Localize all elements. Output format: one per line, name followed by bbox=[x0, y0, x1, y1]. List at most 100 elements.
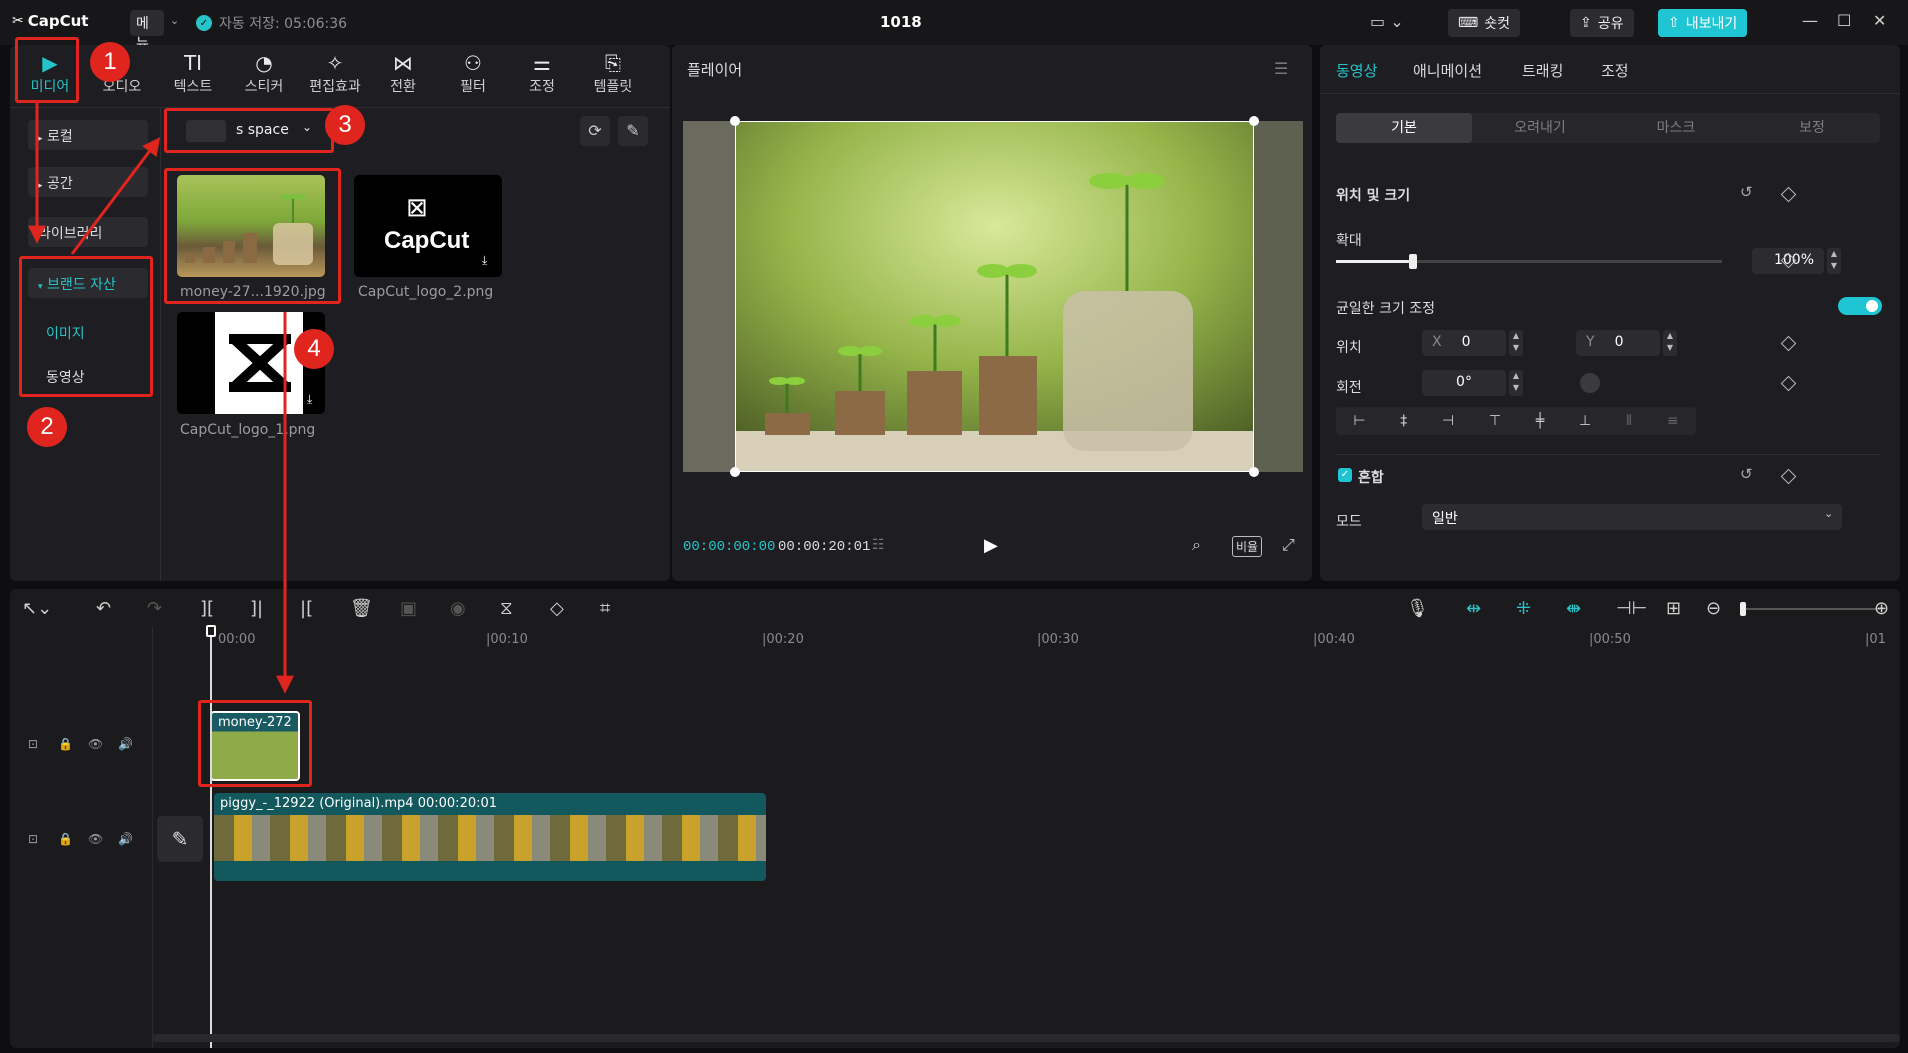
tab-adjust[interactable]: ⚌ 조정 bbox=[507, 50, 577, 102]
scale-slider-handle[interactable] bbox=[1409, 254, 1418, 269]
zoom-slider[interactable] bbox=[1740, 602, 1880, 616]
media-thumb-capcut-logo-2[interactable]: ⊠ CapCut ⤓ bbox=[354, 175, 502, 277]
link-icon[interactable]: ⇼ bbox=[1566, 598, 1581, 619]
rotation-field[interactable]: 0° bbox=[1422, 370, 1506, 396]
position-x-field[interactable]: X0 bbox=[1422, 330, 1506, 356]
play-icon[interactable]: ▶ bbox=[984, 535, 998, 556]
share-button[interactable]: ⇪ 공유 bbox=[1570, 9, 1634, 37]
x-stepper[interactable]: ▲ ▼ bbox=[1509, 330, 1523, 356]
layout-icon[interactable]: ▭ ⌄ bbox=[1370, 12, 1404, 31]
speaker-icon[interactable]: 🔊 bbox=[118, 832, 133, 846]
align-bottom-icon[interactable]: ⊥ bbox=[1579, 413, 1591, 429]
edit-icon[interactable]: ✎ bbox=[618, 116, 648, 146]
sidebar-item-library[interactable]: 라이브러리 bbox=[28, 217, 148, 247]
y-stepper[interactable]: ▲ ▼ bbox=[1663, 330, 1677, 356]
close-icon[interactable]: ✕ bbox=[1873, 11, 1886, 30]
video-preview[interactable] bbox=[683, 116, 1303, 477]
speaker-icon[interactable]: 🔊 bbox=[118, 737, 133, 751]
reset-icon[interactable]: ↺ bbox=[1740, 465, 1753, 483]
crop-icon[interactable]: ⌗ bbox=[600, 598, 610, 619]
cover-edit-button[interactable]: ✎ bbox=[157, 816, 203, 862]
subtab-cutout[interactable]: 오려내기 bbox=[1472, 113, 1608, 143]
keyframe-icon[interactable] bbox=[1780, 335, 1797, 352]
undo-icon[interactable]: ↶ bbox=[96, 598, 111, 619]
eye-icon[interactable]: 👁 bbox=[88, 832, 103, 846]
selection-box[interactable] bbox=[735, 121, 1254, 472]
tab-sticker[interactable]: ◔ 스티커 bbox=[229, 50, 299, 102]
rotation-stepper[interactable]: ▲ ▼ bbox=[1509, 370, 1523, 396]
distribute-v-icon[interactable]: ≡ bbox=[1667, 413, 1679, 429]
menu-button[interactable]: 메뉴 ⌄ bbox=[130, 10, 179, 52]
subtab-basic[interactable]: 기본 bbox=[1336, 113, 1472, 143]
zoom-slider-handle[interactable] bbox=[1740, 602, 1746, 616]
hamburger-icon[interactable]: ☰ bbox=[1274, 59, 1288, 78]
playhead[interactable] bbox=[210, 627, 212, 1048]
scale-stepper[interactable]: ▲ ▼ bbox=[1827, 248, 1841, 274]
maximize-icon[interactable]: ☐ bbox=[1837, 11, 1851, 30]
select-tool-icon[interactable]: ↖⌄ bbox=[22, 598, 52, 619]
rotate-icon[interactable]: ◇ bbox=[550, 598, 564, 619]
mirror-icon[interactable]: ⧖ bbox=[500, 598, 513, 619]
track2-cover-icon[interactable]: ⊡ bbox=[28, 832, 38, 846]
download-icon[interactable]: ⤓ bbox=[482, 253, 487, 268]
tab-tracking[interactable]: 트래킹 bbox=[1522, 60, 1563, 81]
reset-icon[interactable]: ↺ bbox=[1740, 183, 1753, 201]
export-button[interactable]: ⇧ 내보내기 bbox=[1658, 9, 1748, 37]
delete-icon[interactable]: 🗑 bbox=[350, 598, 373, 619]
resize-handle[interactable] bbox=[730, 116, 740, 126]
tab-animation[interactable]: 애니메이션 bbox=[1413, 60, 1482, 81]
timeline-clip-piggy[interactable]: piggy_-_12922 (Original).mp4 00:00:20:01 bbox=[214, 793, 766, 881]
align-center-h-icon[interactable]: ‡ bbox=[1400, 413, 1407, 429]
align-top-icon[interactable]: ⊤ bbox=[1489, 413, 1501, 429]
tab-video[interactable]: 동영상 bbox=[1336, 60, 1377, 81]
tab-filter[interactable]: ⚇ 필터 bbox=[438, 50, 508, 102]
redo-icon[interactable]: ↷ bbox=[147, 598, 162, 619]
refresh-icon[interactable]: ⟳ bbox=[580, 116, 610, 146]
sidebar-item-local[interactable]: ▸ 로컬 bbox=[28, 120, 148, 150]
sidebar-item-space[interactable]: ▸ 공간 bbox=[28, 167, 148, 197]
eye-icon[interactable]: 👁 bbox=[88, 737, 103, 751]
section-title-blend[interactable]: 혼합 bbox=[1358, 467, 1384, 487]
fullscreen-icon[interactable]: ⤢ bbox=[1282, 535, 1295, 555]
distribute-h-icon[interactable]: ⦀ bbox=[1626, 413, 1632, 429]
scale-slider[interactable] bbox=[1336, 254, 1722, 269]
resize-handle[interactable] bbox=[730, 467, 740, 477]
zoom-out-icon[interactable]: ⊖ bbox=[1706, 598, 1721, 619]
snap-icon[interactable]: ⁜ bbox=[1516, 598, 1531, 619]
keyframe-icon[interactable] bbox=[1780, 468, 1797, 485]
position-y-field[interactable]: Y0 bbox=[1576, 330, 1660, 356]
preview-axis-icon[interactable]: ⊣⊢ bbox=[1616, 598, 1647, 619]
ratio-button[interactable]: 비율 bbox=[1232, 536, 1263, 557]
keyframe-icon[interactable] bbox=[1780, 186, 1797, 203]
align-left-icon[interactable]: ⊢ bbox=[1353, 413, 1365, 429]
timeline-scrollbar[interactable] bbox=[152, 1034, 1900, 1042]
mode-select[interactable]: 일반 ⌄ bbox=[1422, 504, 1842, 530]
tab-effects[interactable]: ✧ 편집효과 bbox=[300, 50, 370, 102]
tab-transition[interactable]: ⋈ 전환 bbox=[368, 50, 438, 102]
minimize-icon[interactable]: — bbox=[1802, 11, 1818, 30]
subtab-mask[interactable]: 마스크 bbox=[1608, 113, 1744, 143]
uniform-scale-toggle[interactable] bbox=[1838, 297, 1882, 315]
keyframe-icon[interactable] bbox=[1780, 375, 1797, 392]
subtab-correction[interactable]: 보정 bbox=[1744, 113, 1880, 143]
record-icon[interactable]: ◉ bbox=[450, 598, 466, 619]
resize-handle[interactable] bbox=[1249, 467, 1259, 477]
freeze-icon[interactable]: ▣ bbox=[400, 598, 417, 619]
shortcut-button[interactable]: ⌨ 숏컷 bbox=[1448, 9, 1520, 37]
focus-icon[interactable]: ⌕ bbox=[1192, 535, 1201, 555]
microphone-icon[interactable]: 🎙 bbox=[1406, 598, 1429, 619]
magnet-icon[interactable]: ⇹ bbox=[1466, 598, 1481, 619]
track1-cover-icon[interactable]: ⊡ bbox=[28, 737, 38, 751]
zoom-in-icon[interactable]: ⊕ bbox=[1874, 598, 1889, 619]
blend-checkbox[interactable]: ✓ bbox=[1338, 468, 1352, 482]
download-icon[interactable]: ⤓ bbox=[307, 392, 312, 407]
align-middle-icon[interactable]: ╪ bbox=[1536, 413, 1544, 429]
split-right-icon[interactable]: |[ bbox=[300, 598, 313, 619]
section-title-position-size[interactable]: 위치 및 크기 bbox=[1336, 185, 1410, 205]
lock-icon[interactable]: 🔒 bbox=[58, 832, 73, 846]
split-left-icon[interactable]: ]| bbox=[250, 598, 263, 619]
tab-template[interactable]: ⎘ 템플릿 bbox=[578, 50, 648, 102]
grid-icon[interactable]: ☷ bbox=[872, 537, 885, 553]
playhead-handle[interactable] bbox=[206, 625, 216, 637]
split-icon[interactable]: ][ bbox=[200, 598, 214, 619]
